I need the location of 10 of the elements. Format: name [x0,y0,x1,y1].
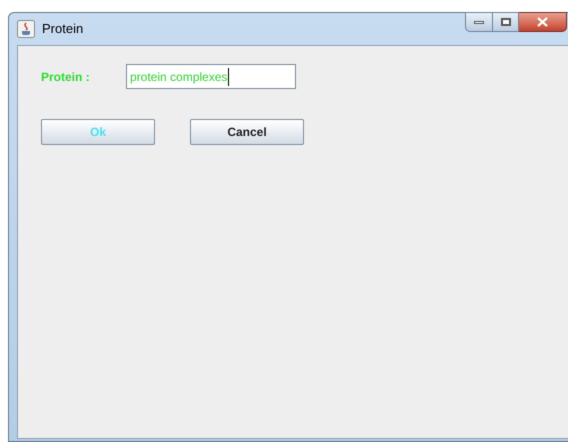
maximize-button[interactable] [493,12,519,32]
cup-icon [17,20,35,38]
minimize-button[interactable] [465,12,493,32]
close-icon [537,17,548,27]
dialog-button[interactable]: Cancel [190,119,304,145]
close-button[interactable] [519,12,567,32]
dialog-button[interactable]: Ok [41,119,155,145]
field-label: Protein : [41,68,91,86]
window-title: Protein [42,20,84,38]
text-field[interactable]: protein complexes [126,64,296,89]
